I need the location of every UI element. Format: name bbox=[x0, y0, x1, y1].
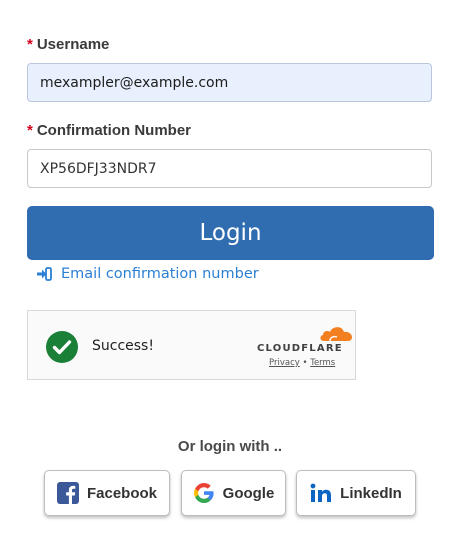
username-input[interactable] bbox=[27, 63, 432, 102]
captcha-status: Success! bbox=[92, 338, 154, 354]
success-check-icon bbox=[46, 331, 78, 363]
captcha-links: Privacy • Terms bbox=[269, 358, 335, 368]
privacy-link[interactable]: Privacy bbox=[269, 358, 300, 368]
linkedin-label: LinkedIn bbox=[340, 484, 402, 502]
confirmation-label-text: Confirmation Number bbox=[36, 122, 192, 139]
username-label-text: Username bbox=[36, 36, 110, 53]
confirmation-number-input[interactable] bbox=[27, 149, 432, 188]
facebook-icon bbox=[56, 482, 79, 504]
linkedin-login-button[interactable]: LinkedIn bbox=[296, 470, 416, 516]
google-icon bbox=[193, 482, 215, 504]
link-separator: • bbox=[302, 358, 308, 368]
username-label: * Username bbox=[27, 36, 109, 53]
login-button[interactable]: Login bbox=[27, 206, 434, 260]
cloudflare-logo-icon bbox=[318, 323, 354, 343]
sign-in-icon bbox=[36, 267, 52, 281]
required-mark: * bbox=[27, 36, 33, 53]
or-login-heading: Or login with .. bbox=[177, 438, 283, 455]
terms-link[interactable]: Terms bbox=[310, 358, 335, 368]
google-login-button[interactable]: Google bbox=[181, 470, 286, 516]
email-link-label: Email confirmation number bbox=[61, 266, 259, 282]
google-label: Google bbox=[222, 484, 275, 502]
email-confirmation-link[interactable]: Email confirmation number bbox=[36, 266, 259, 282]
captcha-widget: Success! CLOUDFLARE Privacy • Terms bbox=[27, 310, 356, 380]
facebook-login-button[interactable]: Facebook bbox=[44, 470, 170, 516]
linkedin-icon bbox=[310, 482, 332, 504]
required-mark: * bbox=[27, 122, 33, 139]
facebook-label: Facebook bbox=[86, 484, 158, 502]
cloudflare-wordmark: CLOUDFLARE bbox=[257, 343, 343, 354]
confirmation-number-label: * Confirmation Number bbox=[27, 122, 191, 139]
